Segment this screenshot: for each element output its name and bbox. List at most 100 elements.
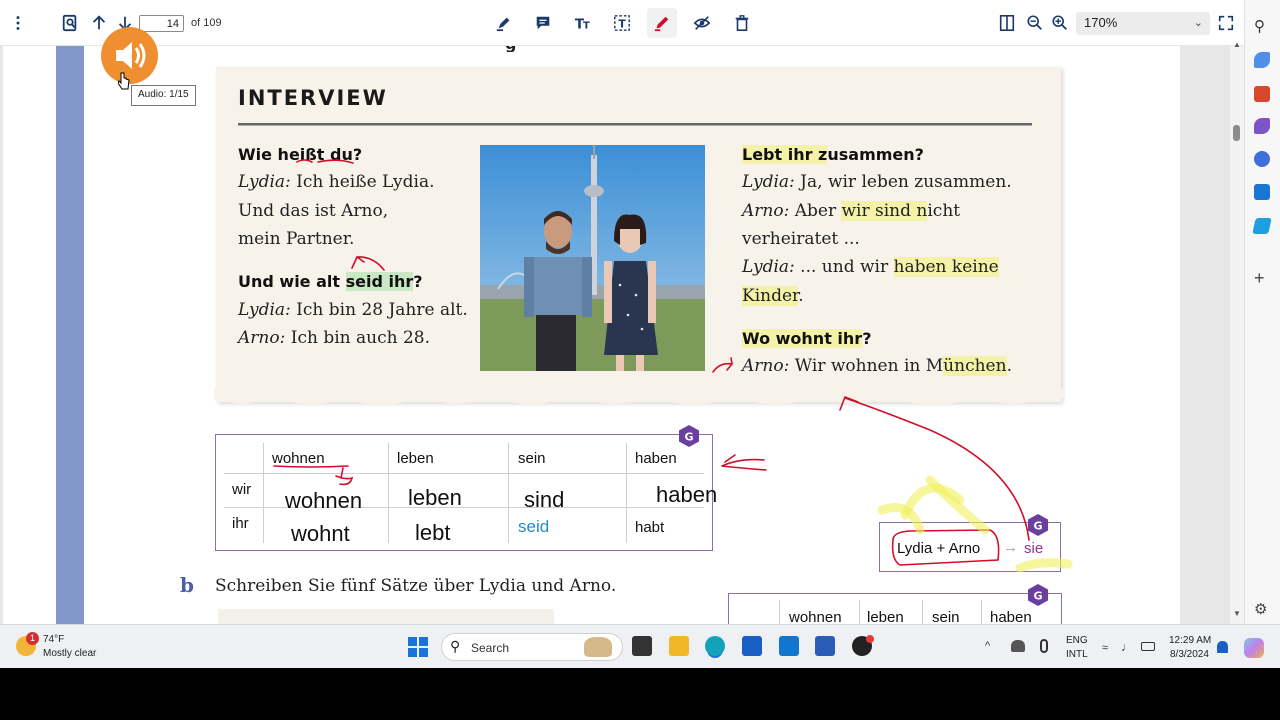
answer-line: Und das ist Arno,	[238, 201, 389, 221]
language-line1[interactable]: ENG	[1066, 635, 1088, 646]
question-where: Wo wohnt ihr?	[742, 329, 872, 348]
copilot-icon[interactable]	[1254, 151, 1270, 167]
page-view-icon[interactable]	[997, 13, 1017, 33]
weather-temp: 74°F	[43, 634, 65, 645]
chevron-up-icon[interactable]: ^	[985, 640, 990, 652]
scroll-up-icon[interactable]: ▲	[1233, 40, 1241, 49]
table-cell: habt	[635, 519, 665, 536]
page-margin-band	[56, 46, 84, 624]
file-explorer-icon[interactable]	[669, 636, 689, 656]
answer-line: Lydia: Ja, wir leben zusammen.	[742, 172, 1012, 192]
store-icon[interactable]	[742, 636, 762, 656]
windows-start-icon[interactable]	[408, 637, 428, 657]
answer-line: Lydia: Ich bin 28 Jahre alt.	[238, 300, 468, 320]
battery-icon[interactable]	[1141, 642, 1155, 651]
scroll-down-icon[interactable]: ▼	[1233, 609, 1241, 618]
shopping-icon[interactable]	[1254, 52, 1270, 68]
arrow-right-icon: →	[1003, 539, 1018, 556]
find-icon[interactable]	[60, 13, 80, 33]
table-cell: wohnen	[285, 488, 363, 513]
title-rule	[238, 123, 1032, 126]
table-cell: lebt	[415, 520, 451, 545]
zoom-in-icon[interactable]	[1050, 13, 1070, 33]
taskbar-search[interactable]: ⚲ Search	[441, 633, 623, 661]
answer-line: mein Partner.	[238, 229, 355, 249]
clipped-image-fragment	[218, 609, 554, 624]
grammar-badge-icon: G	[1028, 514, 1048, 536]
tools-icon[interactable]	[1254, 86, 1270, 102]
more-menu-icon[interactable]	[8, 13, 28, 33]
comment-icon[interactable]	[533, 13, 553, 33]
answer-line: verheiratet ...	[742, 229, 860, 249]
weather-badge: 1	[26, 632, 39, 645]
interview-title: INTERVIEW	[238, 86, 388, 110]
pronoun-box-left: Lydia + Arno	[897, 540, 981, 557]
outlook-app-icon[interactable]	[779, 636, 799, 656]
search-icon: ⚲	[450, 638, 461, 654]
answer-line: Arno: Ich bin auch 28.	[238, 328, 430, 348]
question-together: Lebt ihr zusammen?	[742, 145, 924, 164]
question-age: Und wie alt seid ihr?	[238, 272, 423, 291]
search-icon[interactable]: ⚲	[1254, 17, 1265, 35]
answer-line: Arno: Aber wir sind nicht	[742, 201, 961, 221]
answer-line: Lydia: Ich heiße Lydia.	[238, 172, 435, 192]
microphone-icon[interactable]	[1040, 639, 1048, 653]
highlight-icon[interactable]	[494, 13, 514, 33]
zoom-out-icon[interactable]	[1025, 13, 1045, 33]
language-line2[interactable]: INTL	[1066, 649, 1088, 660]
table-cell: haben	[656, 482, 718, 507]
svg-text:T: T	[618, 18, 626, 31]
copilot-taskbar-icon[interactable]	[1244, 638, 1264, 658]
delete-icon[interactable]	[732, 13, 752, 33]
table-header: wohnen	[272, 450, 325, 467]
task-view-icon[interactable]	[632, 636, 652, 656]
add-icon[interactable]: +	[1254, 268, 1265, 289]
settings-gear-icon[interactable]: ⚙	[1254, 600, 1267, 618]
fullscreen-icon[interactable]	[1216, 13, 1236, 33]
clock-date[interactable]: 8/3/2024	[1170, 649, 1209, 660]
weather-desc: Mostly clear	[43, 648, 97, 659]
table-cell: seid	[518, 517, 550, 536]
svg-text:G: G	[1033, 520, 1042, 533]
draw-pen-icon[interactable]	[647, 8, 677, 38]
pronoun-box-right: sie	[1024, 540, 1044, 557]
couple-photo	[480, 145, 705, 371]
table-header: leben	[397, 450, 434, 467]
volume-icon[interactable]: ♩	[1121, 640, 1133, 654]
table-cell: sind	[524, 487, 565, 512]
answer-line: Lydia: ... und wir haben keine	[742, 257, 999, 277]
clipped-heading-fragment: g	[505, 46, 525, 52]
cloud-icon[interactable]	[1011, 640, 1025, 652]
word-icon[interactable]	[815, 636, 835, 656]
svg-text:T: T	[583, 20, 590, 31]
zoom-select[interactable]: 170% ⌄	[1076, 12, 1210, 35]
scrollbar-thumb[interactable]	[1233, 125, 1240, 141]
section-instruction: Schreiben Sie fünf Sätze über Lydia und …	[215, 576, 617, 596]
audio-tooltip: Audio: 1/15	[131, 85, 196, 106]
hand-cursor-icon	[118, 72, 130, 90]
notification-dot	[866, 635, 874, 643]
question-name: Wie heißt du?	[238, 145, 363, 164]
notification-bell-icon[interactable]	[1217, 641, 1228, 653]
answer-line: Kinder.	[742, 286, 804, 306]
section-letter: b	[180, 573, 194, 597]
hide-annotations-icon[interactable]	[692, 13, 712, 33]
table-header: haben	[635, 450, 677, 467]
text-icon[interactable]: TT	[573, 13, 593, 33]
wifi-icon[interactable]: ≈	[1102, 642, 1108, 654]
clock-time[interactable]: 12:29 AM	[1169, 635, 1211, 646]
outlook-icon[interactable]	[1254, 184, 1270, 200]
table-cell: wohnt	[291, 521, 350, 546]
edge-browser-icon[interactable]	[705, 636, 725, 656]
games-icon[interactable]	[1254, 118, 1270, 134]
grammar-badge-icon: G	[679, 425, 699, 447]
torn-paper-edge	[214, 388, 1064, 406]
search-highlight-image	[584, 637, 612, 657]
text-box-icon[interactable]: T	[612, 13, 632, 33]
search-placeholder: Search	[471, 641, 510, 655]
answer-line: Arno: Wir wohnen in München.	[742, 356, 1012, 376]
pdf-toolbar: of 109 TT T 170% ⌄	[0, 0, 1244, 46]
zoom-value: 170%	[1084, 15, 1118, 30]
table-row-label: wir	[232, 481, 252, 498]
page-total: of 109	[191, 17, 222, 29]
